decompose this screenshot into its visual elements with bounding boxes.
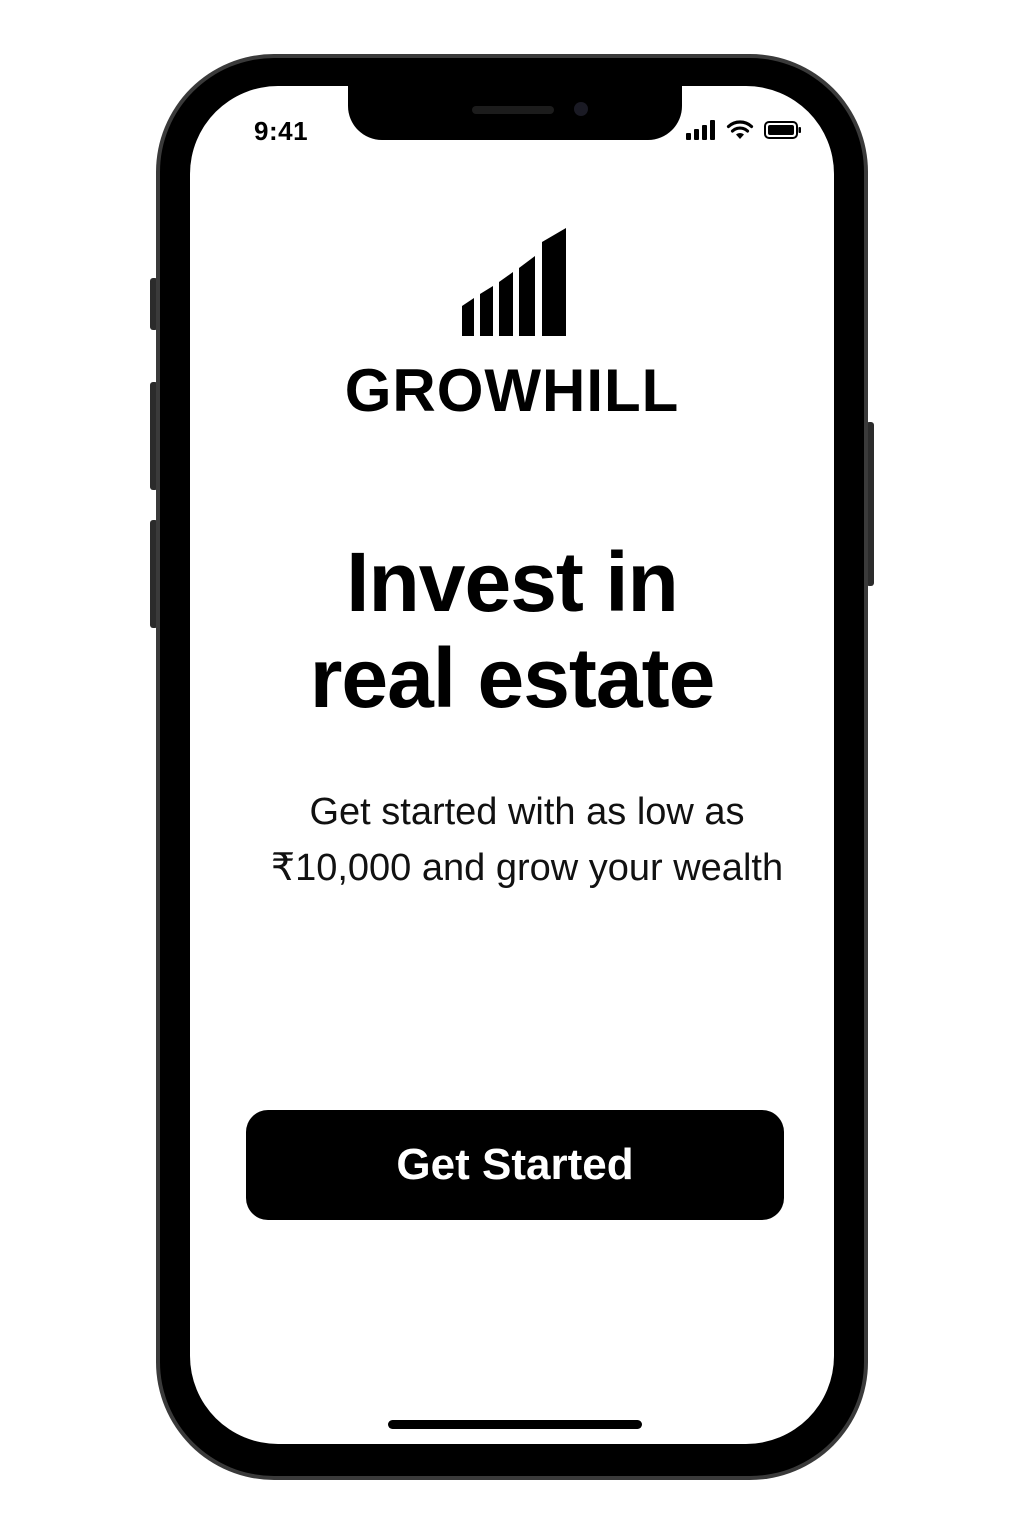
- home-indicator[interactable]: [388, 1420, 642, 1429]
- subtitle: Get started with as low as ₹10,000 and g…: [250, 784, 804, 896]
- notch: [348, 86, 682, 140]
- rising-bars-logo-icon: [462, 228, 566, 336]
- wifi-icon: [726, 120, 754, 145]
- get-started-button[interactable]: Get Started: [246, 1110, 784, 1220]
- brand-name: GROWHILL: [344, 357, 680, 424]
- subtitle-line-2: ₹10,000 and grow your wealth: [270, 847, 784, 889]
- status-time: 9:41: [254, 116, 309, 146]
- earpiece-speaker: [472, 106, 554, 114]
- phone-frame: 9:41 GROWHILL Invest in real estate Get …: [156, 54, 868, 1480]
- phone-bezel: 9:41 GROWHILL Invest in real estate Get …: [160, 58, 864, 1476]
- subtitle-line-1: Get started with as low as: [309, 791, 745, 833]
- front-camera: [574, 102, 588, 116]
- headline-line-2: real estate: [309, 631, 716, 725]
- headline-line-1: Invest in: [346, 535, 679, 629]
- headline: Invest in real estate: [190, 534, 834, 726]
- app-screen: 9:41 GROWHILL Invest in real estate Get …: [190, 86, 834, 1444]
- canvas: 9:41 GROWHILL Invest in real estate Get …: [0, 0, 1024, 1536]
- status-icons: [686, 120, 802, 145]
- cellular-signal-icon: [686, 120, 716, 145]
- battery-icon: [764, 120, 802, 145]
